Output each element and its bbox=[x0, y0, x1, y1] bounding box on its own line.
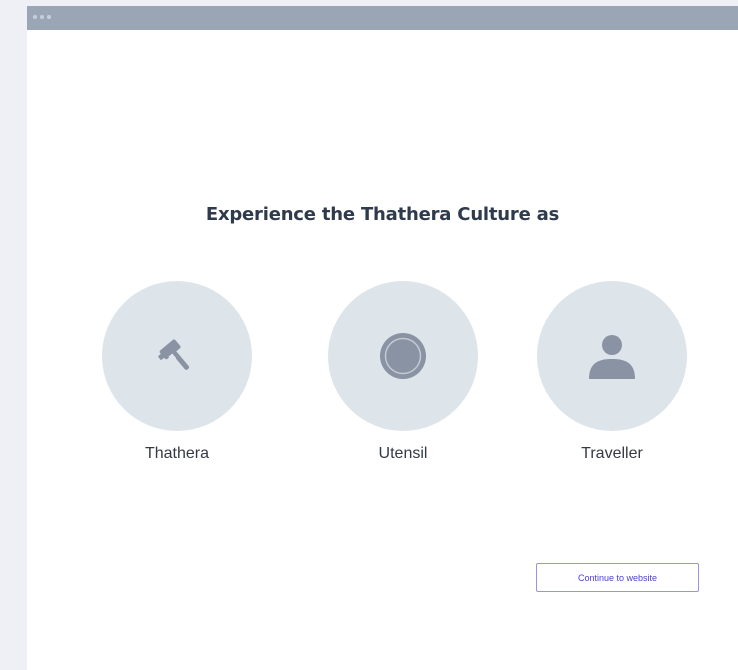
maximize-dot[interactable] bbox=[47, 15, 51, 19]
minimize-dot[interactable] bbox=[40, 15, 44, 19]
option-utensil[interactable]: Utensil bbox=[328, 281, 478, 463]
option-label: Traveller bbox=[581, 445, 643, 462]
option-circle[interactable] bbox=[537, 281, 687, 431]
plate-icon bbox=[380, 333, 426, 379]
option-circle[interactable] bbox=[102, 281, 252, 431]
window-controls bbox=[33, 15, 51, 19]
option-label: Thathera bbox=[144, 445, 210, 462]
option-thathera[interactable]: Thathera bbox=[102, 281, 252, 463]
close-dot[interactable] bbox=[33, 15, 37, 19]
option-circle[interactable] bbox=[328, 281, 478, 431]
option-traveller[interactable]: Traveller bbox=[537, 281, 687, 463]
page-heading: Experience the Thathera Culture as bbox=[205, 204, 560, 225]
person-icon bbox=[589, 335, 635, 379]
browser-window: Experience the Thathera Culture as Thath… bbox=[27, 6, 738, 670]
hammer-icon bbox=[158, 339, 190, 370]
continue-to-website-button[interactable]: Continue to website bbox=[536, 563, 699, 592]
window-titlebar bbox=[27, 6, 738, 30]
option-label: Utensil bbox=[378, 445, 428, 462]
